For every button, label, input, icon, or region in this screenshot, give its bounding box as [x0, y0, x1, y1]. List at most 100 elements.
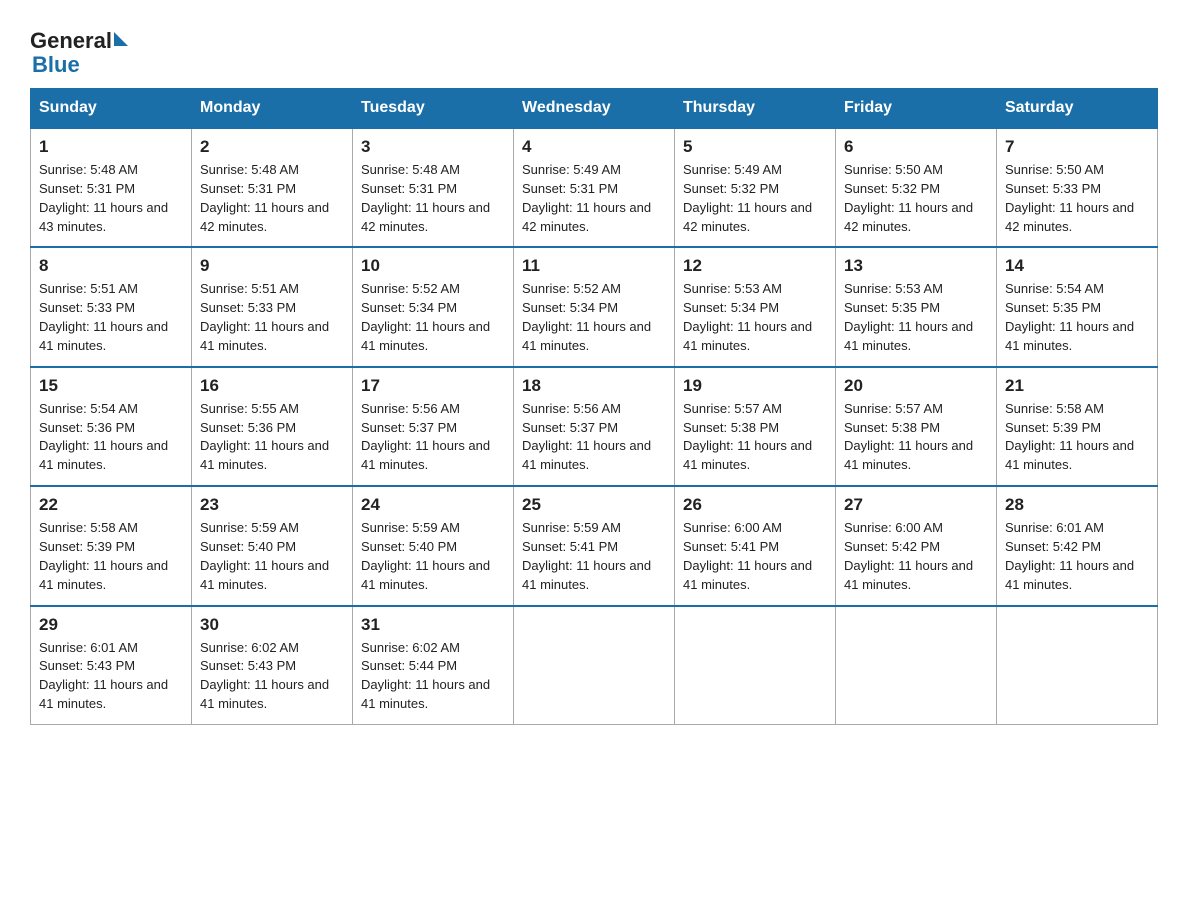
- calendar-header-tuesday: Tuesday: [353, 89, 514, 129]
- logo-text-general: General: [30, 28, 112, 54]
- calendar-header-friday: Friday: [836, 89, 997, 129]
- calendar-cell: 14 Sunrise: 5:54 AM Sunset: 5:35 PM Dayl…: [997, 247, 1158, 366]
- calendar-cell: 15 Sunrise: 5:54 AM Sunset: 5:36 PM Dayl…: [31, 367, 192, 486]
- day-info: Sunrise: 5:51 AM Sunset: 5:33 PM Dayligh…: [39, 280, 183, 355]
- day-number: 18: [522, 376, 666, 396]
- day-number: 12: [683, 256, 827, 276]
- calendar-header-row: SundayMondayTuesdayWednesdayThursdayFrid…: [31, 89, 1158, 129]
- calendar-cell: 12 Sunrise: 5:53 AM Sunset: 5:34 PM Dayl…: [675, 247, 836, 366]
- calendar-header-saturday: Saturday: [997, 89, 1158, 129]
- calendar-cell: [675, 606, 836, 725]
- day-number: 10: [361, 256, 505, 276]
- day-info: Sunrise: 5:50 AM Sunset: 5:32 PM Dayligh…: [844, 161, 988, 236]
- day-info: Sunrise: 5:48 AM Sunset: 5:31 PM Dayligh…: [39, 161, 183, 236]
- calendar-cell: 13 Sunrise: 5:53 AM Sunset: 5:35 PM Dayl…: [836, 247, 997, 366]
- day-number: 9: [200, 256, 344, 276]
- calendar-cell: 28 Sunrise: 6:01 AM Sunset: 5:42 PM Dayl…: [997, 486, 1158, 605]
- day-info: Sunrise: 5:59 AM Sunset: 5:40 PM Dayligh…: [361, 519, 505, 594]
- day-info: Sunrise: 5:52 AM Sunset: 5:34 PM Dayligh…: [361, 280, 505, 355]
- calendar-cell: 20 Sunrise: 5:57 AM Sunset: 5:38 PM Dayl…: [836, 367, 997, 486]
- day-number: 31: [361, 615, 505, 635]
- day-number: 25: [522, 495, 666, 515]
- calendar-header-wednesday: Wednesday: [514, 89, 675, 129]
- day-number: 29: [39, 615, 183, 635]
- day-info: Sunrise: 6:02 AM Sunset: 5:44 PM Dayligh…: [361, 639, 505, 714]
- day-info: Sunrise: 6:01 AM Sunset: 5:43 PM Dayligh…: [39, 639, 183, 714]
- calendar-cell: 16 Sunrise: 5:55 AM Sunset: 5:36 PM Dayl…: [192, 367, 353, 486]
- day-number: 11: [522, 256, 666, 276]
- calendar-cell: 21 Sunrise: 5:58 AM Sunset: 5:39 PM Dayl…: [997, 367, 1158, 486]
- calendar-cell: 7 Sunrise: 5:50 AM Sunset: 5:33 PM Dayli…: [997, 128, 1158, 247]
- day-info: Sunrise: 6:01 AM Sunset: 5:42 PM Dayligh…: [1005, 519, 1149, 594]
- calendar-cell: 6 Sunrise: 5:50 AM Sunset: 5:32 PM Dayli…: [836, 128, 997, 247]
- calendar-cell: 17 Sunrise: 5:56 AM Sunset: 5:37 PM Dayl…: [353, 367, 514, 486]
- calendar-cell: [997, 606, 1158, 725]
- day-info: Sunrise: 6:00 AM Sunset: 5:41 PM Dayligh…: [683, 519, 827, 594]
- day-info: Sunrise: 5:51 AM Sunset: 5:33 PM Dayligh…: [200, 280, 344, 355]
- calendar-cell: 22 Sunrise: 5:58 AM Sunset: 5:39 PM Dayl…: [31, 486, 192, 605]
- day-info: Sunrise: 5:56 AM Sunset: 5:37 PM Dayligh…: [522, 400, 666, 475]
- day-number: 2: [200, 137, 344, 157]
- day-info: Sunrise: 6:02 AM Sunset: 5:43 PM Dayligh…: [200, 639, 344, 714]
- day-number: 30: [200, 615, 344, 635]
- calendar-cell: 10 Sunrise: 5:52 AM Sunset: 5:34 PM Dayl…: [353, 247, 514, 366]
- day-number: 7: [1005, 137, 1149, 157]
- day-info: Sunrise: 5:59 AM Sunset: 5:40 PM Dayligh…: [200, 519, 344, 594]
- calendar-week-row-4: 22 Sunrise: 5:58 AM Sunset: 5:39 PM Dayl…: [31, 486, 1158, 605]
- calendar-cell: 3 Sunrise: 5:48 AM Sunset: 5:31 PM Dayli…: [353, 128, 514, 247]
- calendar-cell: 30 Sunrise: 6:02 AM Sunset: 5:43 PM Dayl…: [192, 606, 353, 725]
- day-number: 1: [39, 137, 183, 157]
- day-number: 23: [200, 495, 344, 515]
- day-number: 22: [39, 495, 183, 515]
- day-number: 5: [683, 137, 827, 157]
- calendar-cell: 24 Sunrise: 5:59 AM Sunset: 5:40 PM Dayl…: [353, 486, 514, 605]
- day-number: 26: [683, 495, 827, 515]
- day-number: 4: [522, 137, 666, 157]
- day-info: Sunrise: 5:50 AM Sunset: 5:33 PM Dayligh…: [1005, 161, 1149, 236]
- day-info: Sunrise: 5:54 AM Sunset: 5:35 PM Dayligh…: [1005, 280, 1149, 355]
- calendar-week-row-3: 15 Sunrise: 5:54 AM Sunset: 5:36 PM Dayl…: [31, 367, 1158, 486]
- calendar-header-thursday: Thursday: [675, 89, 836, 129]
- day-number: 13: [844, 256, 988, 276]
- calendar-header-monday: Monday: [192, 89, 353, 129]
- calendar-cell: [514, 606, 675, 725]
- calendar-cell: 11 Sunrise: 5:52 AM Sunset: 5:34 PM Dayl…: [514, 247, 675, 366]
- day-info: Sunrise: 5:48 AM Sunset: 5:31 PM Dayligh…: [361, 161, 505, 236]
- day-info: Sunrise: 5:52 AM Sunset: 5:34 PM Dayligh…: [522, 280, 666, 355]
- calendar-cell: 19 Sunrise: 5:57 AM Sunset: 5:38 PM Dayl…: [675, 367, 836, 486]
- day-info: Sunrise: 5:58 AM Sunset: 5:39 PM Dayligh…: [39, 519, 183, 594]
- calendar-cell: 31 Sunrise: 6:02 AM Sunset: 5:44 PM Dayl…: [353, 606, 514, 725]
- calendar-cell: 8 Sunrise: 5:51 AM Sunset: 5:33 PM Dayli…: [31, 247, 192, 366]
- day-info: Sunrise: 5:54 AM Sunset: 5:36 PM Dayligh…: [39, 400, 183, 475]
- day-number: 24: [361, 495, 505, 515]
- calendar-cell: 25 Sunrise: 5:59 AM Sunset: 5:41 PM Dayl…: [514, 486, 675, 605]
- day-number: 16: [200, 376, 344, 396]
- header-row: General Blue: [30, 20, 1158, 78]
- day-info: Sunrise: 5:58 AM Sunset: 5:39 PM Dayligh…: [1005, 400, 1149, 475]
- logo: General Blue: [30, 28, 128, 78]
- day-number: 6: [844, 137, 988, 157]
- calendar-cell: 5 Sunrise: 5:49 AM Sunset: 5:32 PM Dayli…: [675, 128, 836, 247]
- calendar-cell: 4 Sunrise: 5:49 AM Sunset: 5:31 PM Dayli…: [514, 128, 675, 247]
- day-number: 19: [683, 376, 827, 396]
- day-info: Sunrise: 5:55 AM Sunset: 5:36 PM Dayligh…: [200, 400, 344, 475]
- logo-triangle-icon: [114, 32, 128, 46]
- day-number: 28: [1005, 495, 1149, 515]
- day-info: Sunrise: 6:00 AM Sunset: 5:42 PM Dayligh…: [844, 519, 988, 594]
- day-info: Sunrise: 5:49 AM Sunset: 5:31 PM Dayligh…: [522, 161, 666, 236]
- calendar-cell: 1 Sunrise: 5:48 AM Sunset: 5:31 PM Dayli…: [31, 128, 192, 247]
- calendar-week-row-2: 8 Sunrise: 5:51 AM Sunset: 5:33 PM Dayli…: [31, 247, 1158, 366]
- day-info: Sunrise: 5:57 AM Sunset: 5:38 PM Dayligh…: [844, 400, 988, 475]
- calendar-cell: 26 Sunrise: 6:00 AM Sunset: 5:41 PM Dayl…: [675, 486, 836, 605]
- day-info: Sunrise: 5:56 AM Sunset: 5:37 PM Dayligh…: [361, 400, 505, 475]
- calendar-week-row-5: 29 Sunrise: 6:01 AM Sunset: 5:43 PM Dayl…: [31, 606, 1158, 725]
- day-number: 8: [39, 256, 183, 276]
- calendar-cell: [836, 606, 997, 725]
- day-info: Sunrise: 5:59 AM Sunset: 5:41 PM Dayligh…: [522, 519, 666, 594]
- calendar-cell: 23 Sunrise: 5:59 AM Sunset: 5:40 PM Dayl…: [192, 486, 353, 605]
- calendar-cell: 27 Sunrise: 6:00 AM Sunset: 5:42 PM Dayl…: [836, 486, 997, 605]
- day-number: 27: [844, 495, 988, 515]
- day-number: 21: [1005, 376, 1149, 396]
- calendar-cell: 18 Sunrise: 5:56 AM Sunset: 5:37 PM Dayl…: [514, 367, 675, 486]
- day-number: 14: [1005, 256, 1149, 276]
